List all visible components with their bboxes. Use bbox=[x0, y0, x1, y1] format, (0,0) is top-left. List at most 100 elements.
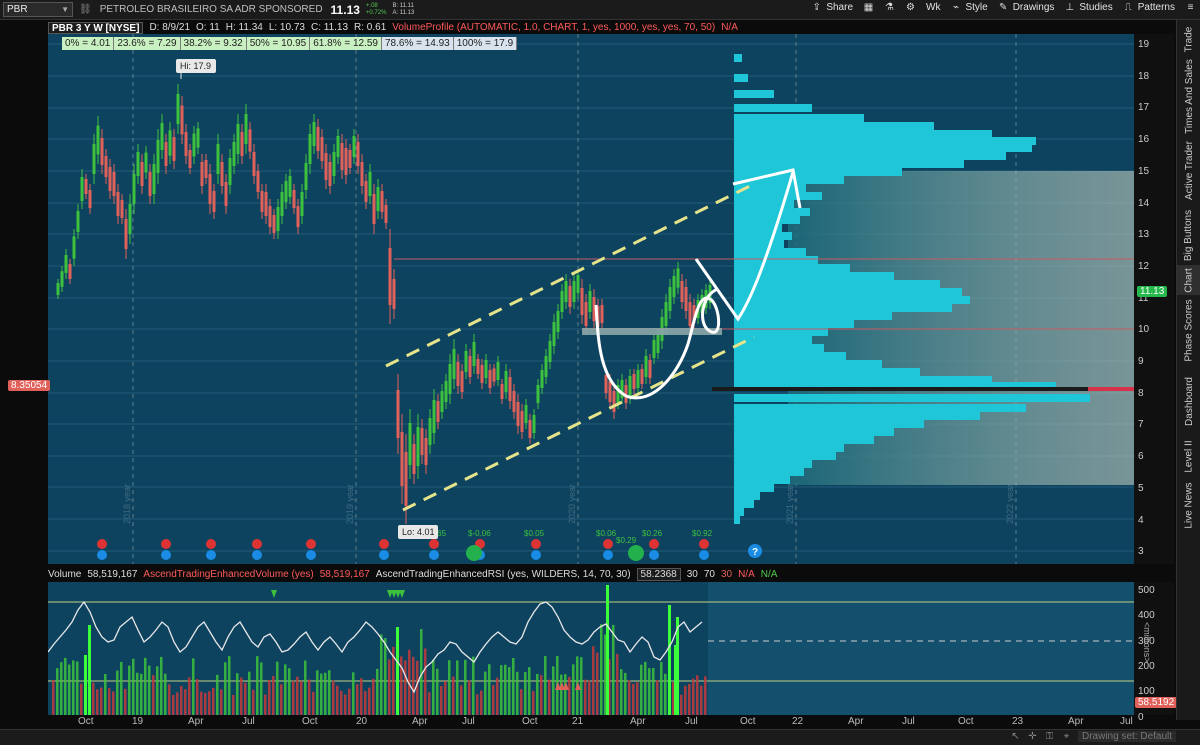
profile-bar bbox=[734, 344, 824, 352]
earnings-icon[interactable] bbox=[603, 550, 613, 560]
price-tick: 9 bbox=[1138, 356, 1144, 367]
earnings-icon[interactable] bbox=[97, 550, 107, 560]
time-axis[interactable]: Oct 19 Apr Jul Oct 20 Apr Jul Oct 21 Apr Jul Oct 22 Ap… bbox=[48, 715, 1134, 729]
candle-body bbox=[680, 281, 684, 302]
volume-study-label[interactable]: AscendTradingEnhancedVolume (yes) bbox=[143, 569, 313, 580]
event-icon[interactable] bbox=[531, 539, 541, 549]
volume-bar bbox=[292, 680, 295, 715]
patterns-button[interactable]: ⎍ Patterns bbox=[1123, 2, 1175, 13]
study-label[interactable]: VolumeProfile (AUTOMATIC, 1.0, CHART, 1,… bbox=[392, 22, 715, 34]
side-tab-trade[interactable]: Trade bbox=[1177, 20, 1200, 58]
side-tab-times-and-sales[interactable]: Times And Sales bbox=[1177, 58, 1200, 135]
volume-bar bbox=[272, 675, 275, 715]
candle-body bbox=[72, 236, 76, 259]
time-tick: Jul bbox=[685, 716, 698, 727]
event-icon[interactable] bbox=[206, 539, 216, 549]
earnings-icon[interactable] bbox=[531, 550, 541, 560]
event-icon[interactable] bbox=[603, 539, 613, 549]
studies-button[interactable]: ⊥ Studies bbox=[1064, 2, 1113, 13]
symbol-input[interactable]: PBR ▼ bbox=[3, 2, 73, 17]
flask-icon[interactable]: ⚗ bbox=[884, 2, 895, 13]
volume-axis[interactable]: 500 400 300 200 100 0 <millions> bbox=[1134, 582, 1174, 723]
price-chart-svg[interactable]: 2018 year 2019 year 2020 year 2021 year 2022… bbox=[48, 34, 1134, 564]
crosshair-icon[interactable]: ✛ bbox=[1027, 731, 1038, 742]
earnings-icon[interactable] bbox=[306, 550, 316, 560]
chain-link-icon[interactable]: ⛓ bbox=[79, 4, 92, 15]
time-tick: 19 bbox=[132, 716, 144, 727]
volume-bar bbox=[484, 671, 487, 715]
price-axis[interactable]: 19 18 17 16 15 14 13 12 11 10 9 8 7 6 5 4 3 bbox=[1134, 34, 1174, 564]
dividend-icon[interactable] bbox=[628, 545, 644, 561]
volume-bar bbox=[640, 664, 643, 715]
pin-icon[interactable]: ⌖ bbox=[1061, 731, 1072, 742]
earnings-icon[interactable] bbox=[429, 550, 439, 560]
help-icon[interactable]: ? bbox=[752, 547, 758, 558]
drawing-set-label[interactable]: Drawing set: Default bbox=[1078, 731, 1177, 742]
volume-rsi-panel[interactable] bbox=[48, 582, 1134, 715]
side-tab-live-news[interactable]: Live News bbox=[1177, 475, 1200, 535]
symbol-value: PBR bbox=[7, 4, 28, 15]
dropdown-icon[interactable]: ▼ bbox=[61, 5, 69, 14]
drawings-button[interactable]: ✎ Drawings bbox=[998, 2, 1054, 13]
side-tab-level-ii[interactable]: Level II bbox=[1177, 438, 1200, 475]
candle-body bbox=[564, 281, 568, 302]
volume-rsi-svg[interactable] bbox=[48, 582, 1134, 715]
share-button[interactable]: ⇪ Share bbox=[811, 2, 853, 13]
volume-bar bbox=[692, 678, 695, 715]
earnings-icon[interactable] bbox=[206, 550, 216, 560]
volume-label[interactable]: Volume bbox=[48, 569, 81, 580]
earnings-icon[interactable] bbox=[379, 550, 389, 560]
pointer-icon[interactable]: ↖ bbox=[1010, 731, 1021, 742]
candle-body bbox=[648, 360, 652, 378]
help-badge[interactable]: ? bbox=[748, 544, 762, 558]
volume-spike bbox=[396, 627, 399, 715]
earnings-icon[interactable] bbox=[699, 550, 709, 560]
volume-bar bbox=[148, 665, 151, 715]
menu-icon[interactable]: ≡ bbox=[1185, 2, 1196, 13]
rsi-study-label[interactable]: AscendTradingEnhancedRSI (yes, WILDERS, … bbox=[376, 569, 631, 580]
side-tab-big-buttons[interactable]: Big Buttons bbox=[1177, 205, 1200, 265]
candle-body bbox=[100, 138, 104, 165]
event-icon[interactable] bbox=[306, 539, 316, 549]
dividend-icon[interactable] bbox=[466, 545, 482, 561]
earnings-icon[interactable] bbox=[161, 550, 171, 560]
aggregation-button[interactable]: Wk bbox=[926, 2, 940, 13]
earnings-icon[interactable] bbox=[252, 550, 262, 560]
volume-bar bbox=[700, 685, 703, 715]
event-icon[interactable] bbox=[429, 539, 439, 549]
year-label: 2022 year bbox=[1005, 484, 1015, 524]
gear-icon[interactable]: ⚙ bbox=[905, 2, 916, 13]
side-tab-active-trader[interactable]: Active Trader bbox=[1177, 135, 1200, 205]
event-icon[interactable] bbox=[379, 539, 389, 549]
candle-body bbox=[508, 377, 512, 401]
event-icon[interactable] bbox=[252, 539, 262, 549]
change-block: +.08 +0.72% bbox=[366, 3, 387, 17]
event-icon[interactable] bbox=[699, 539, 709, 549]
chart-title[interactable]: PBR 3 Y W [NYSE] bbox=[48, 22, 144, 34]
calendar-icon[interactable]: ▦ bbox=[863, 2, 874, 13]
side-tab-phase-scores[interactable]: Phase Scores bbox=[1177, 295, 1200, 365]
price-chart-panel[interactable]: 2018 year 2019 year 2020 year 2021 year 2022… bbox=[48, 34, 1134, 564]
event-icon[interactable] bbox=[161, 539, 171, 549]
candle-body bbox=[308, 134, 312, 164]
event-icon[interactable] bbox=[97, 539, 107, 549]
side-tab-dashboard[interactable]: Dashboard bbox=[1177, 365, 1200, 438]
candle-body bbox=[652, 340, 656, 358]
profile-bar bbox=[734, 208, 810, 216]
candle-body bbox=[280, 192, 284, 216]
earnings-icon[interactable] bbox=[649, 550, 659, 560]
candle-body bbox=[128, 204, 132, 234]
profile-bar bbox=[734, 468, 804, 476]
lock-icon[interactable]: ⚿ bbox=[1044, 731, 1055, 742]
volume-bar bbox=[480, 690, 483, 715]
side-tab-chart[interactable]: Chart bbox=[1177, 265, 1200, 295]
bid: B: 11.11 bbox=[392, 2, 414, 9]
volume-bar bbox=[268, 680, 271, 715]
poc-highlight bbox=[1088, 387, 1134, 391]
price-tick: 13 bbox=[1138, 229, 1150, 241]
volume-bar bbox=[632, 683, 635, 715]
header-date: D: 8/9/21 bbox=[149, 22, 191, 33]
style-button[interactable]: ⌁ Style bbox=[950, 2, 988, 13]
volume-bar bbox=[452, 676, 455, 715]
event-icon[interactable] bbox=[649, 539, 659, 549]
